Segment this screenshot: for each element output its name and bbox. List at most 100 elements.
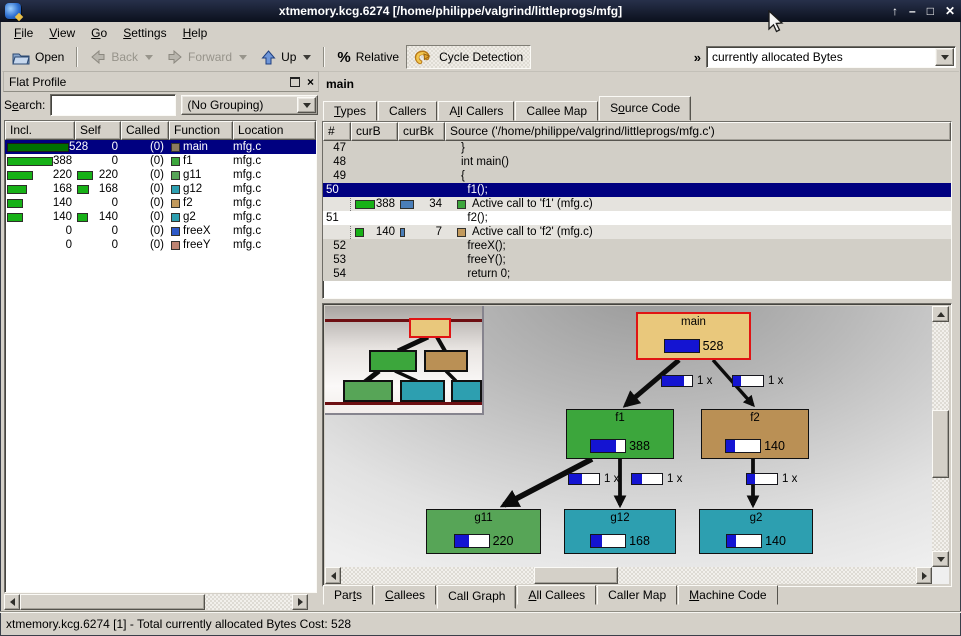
column-header-curbk[interactable]: curBk xyxy=(398,122,445,141)
grouping-dropdown-button[interactable] xyxy=(297,97,316,113)
graph-node-g12[interactable]: g12 168 xyxy=(564,509,676,554)
tab-callees[interactable]: Callees xyxy=(374,585,436,605)
close-icon[interactable]: ✕ xyxy=(945,4,955,18)
menu-go[interactable]: Go xyxy=(83,24,115,42)
tab-all-callees[interactable]: All Callees xyxy=(517,585,596,605)
menu-settings[interactable]: Settings xyxy=(115,24,174,42)
scroll-right-button[interactable] xyxy=(292,594,308,610)
function-color-icon xyxy=(171,213,180,222)
table-row[interactable]: 528 0 (0) main mfg.c xyxy=(5,140,316,154)
table-row[interactable]: 388 0 (0) f1 mfg.c xyxy=(5,154,316,168)
menu-help[interactable]: Help xyxy=(175,24,216,42)
scroll-left-button[interactable] xyxy=(4,594,20,610)
up-arrow-icon xyxy=(261,50,276,65)
graph-node-g2[interactable]: g2 140 xyxy=(699,509,813,554)
tab-types[interactable]: Types xyxy=(323,101,377,121)
chevron-down-icon xyxy=(303,103,311,108)
tab-parts[interactable]: Parts xyxy=(323,585,373,605)
scroll-up-button[interactable] xyxy=(932,306,949,322)
back-dropdown-icon[interactable] xyxy=(145,55,153,60)
source-line-row[interactable]: 53 freeY(); xyxy=(323,253,951,267)
scroll-left-button[interactable] xyxy=(325,567,341,584)
menu-file[interactable]: File xyxy=(6,24,41,42)
toolbar-overflow-chevron[interactable]: » xyxy=(694,50,701,65)
graph-hscrollbar[interactable] xyxy=(325,567,932,584)
flat-profile-hscrollbar[interactable] xyxy=(4,594,308,610)
column-header-called[interactable]: Called xyxy=(121,121,169,140)
scroll-down-button[interactable] xyxy=(932,551,949,567)
minimap-node-g12 xyxy=(400,380,445,402)
graph-node-f1[interactable]: f1 388 xyxy=(566,409,674,459)
call-graph-canvas[interactable]: main 528 f1 388 f2 140 g11 220 g12 168 g… xyxy=(325,306,949,584)
active-call-row[interactable]: 140 7 Active call to 'f2' (mfg.c) xyxy=(323,225,951,239)
keep-above-icon[interactable]: ↑ xyxy=(892,4,898,18)
table-row[interactable]: 220 220 (0) g11 mfg.c xyxy=(5,168,316,182)
edge-label-f1-g11: 1 x xyxy=(568,473,619,485)
source-line-row[interactable]: 51 f2(); xyxy=(323,211,951,225)
combobox-dropdown-button[interactable] xyxy=(935,48,954,66)
table-row[interactable]: 0 0 (0) freeY mfg.c xyxy=(5,238,316,252)
toolbar-separator xyxy=(323,47,325,67)
chevron-down-icon xyxy=(941,55,949,60)
graph-node-main[interactable]: main 528 xyxy=(636,312,751,360)
column-header-source[interactable]: Source ('/home/philippe/valgrind/littlep… xyxy=(445,122,951,141)
tab-caller-map[interactable]: Caller Map xyxy=(597,585,677,605)
source-line-row-selected[interactable]: 50 f1(); xyxy=(323,183,951,197)
column-header-function[interactable]: Function xyxy=(169,121,233,140)
tab-all-callers[interactable]: All Callers xyxy=(438,101,514,121)
source-line-row[interactable]: 47 } xyxy=(323,141,951,155)
column-header-incl[interactable]: Incl. xyxy=(5,121,75,140)
dock-close-icon[interactable]: × xyxy=(307,75,314,89)
graph-node-f2[interactable]: f2 140 xyxy=(701,409,809,459)
menu-view[interactable]: View xyxy=(41,24,83,42)
open-button[interactable]: Open xyxy=(5,47,71,68)
graph-node-g11[interactable]: g11 220 xyxy=(426,509,541,554)
tab-call-graph[interactable]: Call Graph xyxy=(437,585,516,609)
cost-progress-bar xyxy=(590,534,626,548)
tab-machine-code[interactable]: Machine Code xyxy=(678,585,777,605)
source-line-row[interactable]: 49 { xyxy=(323,169,951,183)
table-row[interactable]: 0 0 (0) freeX mfg.c xyxy=(5,224,316,238)
up-button[interactable]: Up xyxy=(254,47,318,68)
minimize-icon[interactable]: – xyxy=(909,4,916,18)
table-row[interactable]: 140 140 (0) g2 mfg.c xyxy=(5,210,316,224)
cost-bar xyxy=(7,143,69,152)
up-dropdown-icon[interactable] xyxy=(303,55,311,60)
tab-callers[interactable]: Callers xyxy=(378,101,437,121)
minimap-node-f1 xyxy=(369,350,417,372)
grouping-combobox[interactable]: (No Grouping) xyxy=(181,95,318,115)
percent-icon: % xyxy=(337,49,350,66)
dock-float-icon[interactable] xyxy=(290,77,300,87)
table-row[interactable]: 140 0 (0) f2 mfg.c xyxy=(5,196,316,210)
kcachegrind-window: { "window": { "title": "xtmemory.kcg.627… xyxy=(0,0,961,636)
graph-vscrollbar[interactable] xyxy=(932,306,949,567)
scrollbar-thumb[interactable] xyxy=(20,594,205,610)
column-header-self[interactable]: Self xyxy=(75,121,121,140)
back-button[interactable]: Back xyxy=(83,47,160,67)
column-header-location[interactable]: Location xyxy=(233,121,316,140)
cost-bar xyxy=(7,199,23,208)
scrollbar-thumb[interactable] xyxy=(534,567,618,584)
search-input[interactable] xyxy=(50,94,176,116)
scrollbar-thumb[interactable] xyxy=(932,410,949,478)
forward-dropdown-icon[interactable] xyxy=(239,55,247,60)
source-line-row[interactable]: 54 return 0; xyxy=(323,267,951,281)
cycle-detection-icon xyxy=(414,49,434,65)
source-line-row[interactable]: 48 int main() xyxy=(323,155,951,169)
event-type-combobox[interactable]: currently allocated Bytes xyxy=(706,46,956,68)
tab-source-code[interactable]: Source Code xyxy=(599,96,691,121)
table-row[interactable]: 168 168 (0) g12 mfg.c xyxy=(5,182,316,196)
titlebar[interactable]: xtmemory.kcg.6274 [/home/philippe/valgri… xyxy=(0,0,961,22)
active-call-row[interactable]: 388 34 Active call to 'f1' (mfg.c) xyxy=(323,197,951,211)
maximize-icon[interactable]: □ xyxy=(927,4,934,18)
dock-header[interactable]: Flat Profile × xyxy=(3,71,319,92)
graph-overview-minimap[interactable] xyxy=(325,306,484,415)
column-header-line[interactable]: # xyxy=(323,122,351,141)
source-line-row[interactable]: 52 freeX(); xyxy=(323,239,951,253)
forward-button[interactable]: Forward xyxy=(160,47,254,67)
relative-toggle-button[interactable]: % Relative xyxy=(330,46,406,69)
tab-callee-map[interactable]: Callee Map xyxy=(515,101,598,121)
scroll-right-button[interactable] xyxy=(916,567,932,584)
column-header-curb[interactable]: curB xyxy=(351,122,398,141)
cycle-detection-toggle-button[interactable]: Cycle Detection xyxy=(406,45,531,69)
